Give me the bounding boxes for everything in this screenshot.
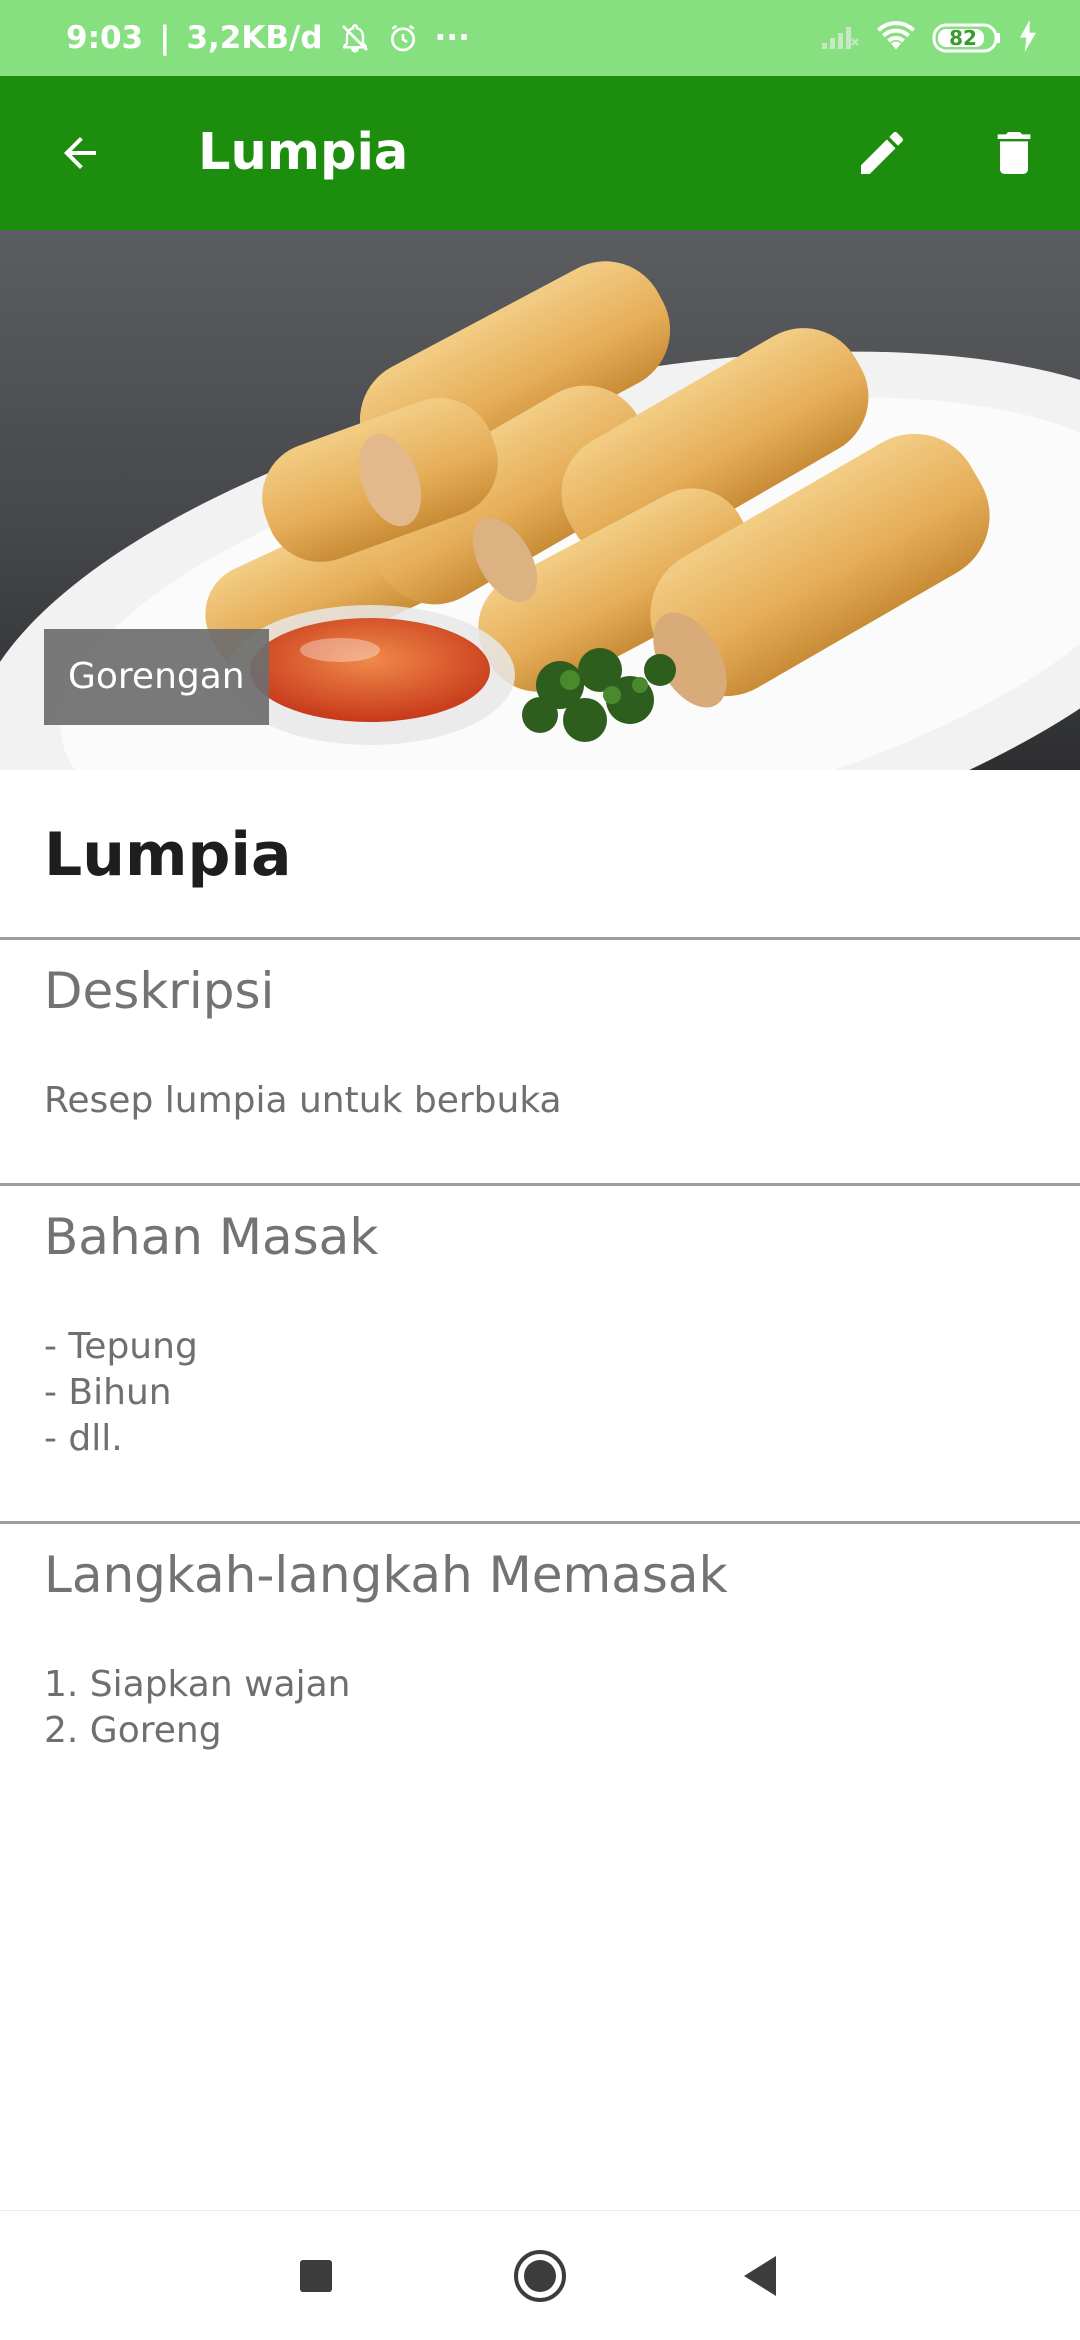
list-item: - Tepung bbox=[44, 1326, 198, 1367]
back-button[interactable] bbox=[40, 113, 120, 193]
list-item: 2. Goreng bbox=[44, 1710, 222, 1751]
bell-off-icon bbox=[339, 22, 371, 54]
status-separator: | bbox=[159, 20, 171, 56]
recipe-title: Lumpia bbox=[44, 820, 292, 890]
charging-icon bbox=[1018, 20, 1038, 56]
description-text: Resep lumpia untuk berbuka bbox=[44, 1080, 562, 1121]
list-item: - Bihun bbox=[44, 1372, 172, 1413]
divider bbox=[0, 1521, 1080, 1524]
recipe-photo: Gorengan bbox=[0, 230, 1080, 770]
pencil-icon bbox=[861, 131, 903, 174]
status-left: 9:03 | 3,2KB/d ··· bbox=[66, 0, 470, 76]
back-triangle-icon bbox=[744, 2256, 776, 2296]
back-nav-button[interactable] bbox=[720, 2236, 800, 2316]
divider bbox=[0, 1183, 1080, 1186]
steps-list: 1. Siapkan wajan 2. Goreng bbox=[44, 1662, 350, 1754]
category-badge: Gorengan bbox=[44, 629, 269, 725]
status-time: 9:03 bbox=[66, 20, 144, 56]
status-right: 82 bbox=[820, 0, 1038, 76]
recents-button[interactable] bbox=[276, 2236, 356, 2316]
app-bar: Lumpia bbox=[0, 76, 1080, 230]
app-bar-title: Lumpia bbox=[198, 123, 409, 182]
wifi-icon bbox=[876, 19, 916, 57]
battery-level: 82 bbox=[949, 26, 977, 50]
more-notifications-icon: ··· bbox=[434, 20, 470, 56]
network-speed: 3,2KB/d bbox=[186, 20, 323, 56]
arrow-back-icon bbox=[64, 137, 96, 169]
edit-button[interactable] bbox=[842, 113, 922, 193]
home-circle-icon bbox=[514, 2250, 566, 2302]
ingredients-heading: Bahan Masak bbox=[44, 1208, 379, 1266]
home-button[interactable] bbox=[500, 2236, 580, 2316]
alarm-icon bbox=[387, 22, 419, 54]
signal-icon bbox=[820, 21, 860, 55]
list-item: - dll. bbox=[44, 1418, 123, 1459]
system-nav-bar bbox=[0, 2210, 1080, 2340]
divider bbox=[0, 937, 1080, 940]
delete-button[interactable] bbox=[974, 113, 1054, 193]
steps-heading: Langkah-langkah Memasak bbox=[44, 1546, 728, 1604]
status-bar: 9:03 | 3,2KB/d ··· 82 bbox=[0, 0, 1080, 76]
description-heading: Deskripsi bbox=[44, 962, 275, 1020]
battery-icon: 82 bbox=[932, 22, 1002, 54]
list-item: 1. Siapkan wajan bbox=[44, 1664, 351, 1705]
trash-icon bbox=[997, 132, 1031, 174]
ingredients-list: - Tepung - Bihun - dll. bbox=[44, 1324, 198, 1462]
recents-square-icon bbox=[300, 2260, 332, 2292]
